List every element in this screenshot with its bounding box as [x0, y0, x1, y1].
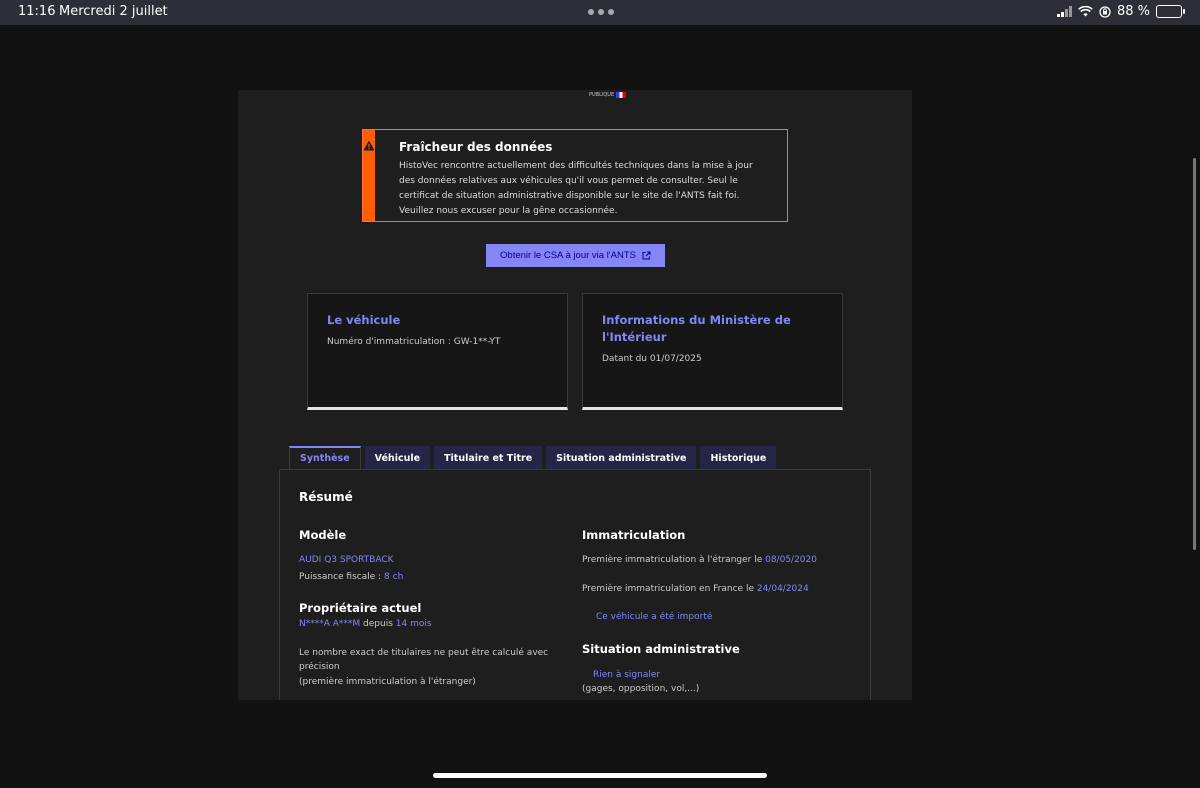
- get-csa-button[interactable]: Obtenir le CSA à jour via l'ANTS: [486, 244, 665, 267]
- vehicle-card-title: Le véhicule: [327, 313, 401, 327]
- battery-icon: [1156, 5, 1185, 18]
- tab-historique[interactable]: Historique: [700, 446, 777, 469]
- ministry-date: Datant du 01/07/2025: [602, 354, 702, 364]
- first-registration-abroad: Première immatriculation à l'étranger le…: [582, 553, 817, 567]
- cellular-signal-icon: [1056, 6, 1072, 17]
- summary-panel: Résumé Modèle AUDI Q3 SPORTBACK Puissanc…: [279, 469, 871, 700]
- get-csa-label: Obtenir le CSA à jour via l'ANTS: [500, 250, 636, 261]
- external-link-icon: [642, 251, 651, 260]
- owner-note-detail: (première immatriculation à l'étranger): [299, 677, 476, 687]
- status-date: Mercredi 2 juillet: [59, 4, 168, 19]
- owner-since-label: depuis: [360, 619, 396, 629]
- french-flag-icon: [616, 92, 627, 98]
- orientation-lock-icon: [1099, 5, 1111, 18]
- abroad-label: Première immatriculation à l'étranger le: [582, 555, 766, 565]
- abroad-date: 08/05/2020: [765, 555, 817, 565]
- tab-titulaire[interactable]: Titulaire et Titre: [434, 446, 543, 469]
- multitasking-dots-icon[interactable]: [588, 9, 614, 15]
- summary-title: Résumé: [299, 490, 353, 504]
- fiscal-power-label: Puissance fiscale :: [299, 572, 385, 582]
- government-logo: PUBLIQUE: [589, 90, 633, 100]
- wifi-icon: [1078, 6, 1093, 17]
- fiscal-power: Puissance fiscale : 8 ch: [299, 570, 403, 584]
- admin-status: Rien à signaler: [593, 670, 661, 680]
- scrollbar[interactable]: [1193, 158, 1196, 550]
- imported-status: Ce véhicule a été importé: [596, 612, 713, 622]
- logo-text: PUBLIQUE: [589, 92, 615, 98]
- owner-since-value: 14 mois: [395, 619, 432, 629]
- data-freshness-alert: Fraîcheur des données HistoVec rencontre…: [362, 129, 788, 222]
- alert-text: HistoVec rencontre actuellement des diff…: [399, 161, 753, 216]
- status-time: 11:16: [18, 4, 56, 19]
- admin-detail: (gages, opposition, vol,...): [582, 684, 700, 694]
- france-label: Première immatriculation en France le: [582, 584, 757, 594]
- status-indicators: 88 %: [1056, 4, 1185, 19]
- battery-percent: 88 %: [1116, 4, 1150, 19]
- alert-body: Fraîcheur des données HistoVec rencontre…: [375, 130, 787, 221]
- first-registration-france: Première immatriculation en France le 24…: [582, 582, 809, 596]
- tab-situation[interactable]: Situation administrative: [546, 446, 697, 469]
- fiscal-power-value: 8 ch: [384, 572, 404, 582]
- plate-number: Numéro d'immatriculation : GW-1**-YT: [327, 337, 501, 347]
- owner-name: N****A A***M: [299, 619, 361, 629]
- france-date: 24/04/2024: [756, 584, 809, 594]
- model-name: AUDI Q3 SPORTBACK: [299, 555, 394, 565]
- tab-bar: Synthèse Véhicule Titulaire et Titre Sit…: [289, 446, 777, 469]
- admin-heading: Situation administrative: [582, 642, 740, 656]
- page-content: PUBLIQUE Fraîcheur des données HistoVec …: [238, 90, 912, 700]
- owner-note: Le nombre exact de titulaires ne peut êt…: [299, 648, 549, 672]
- vehicle-card[interactable]: Le véhicule Numéro d'immatriculation : G…: [307, 293, 568, 410]
- tab-synthese[interactable]: Synthèse: [289, 446, 361, 469]
- model-heading: Modèle: [299, 528, 347, 542]
- status-bar: 11:16 Mercredi 2 juillet 88 %: [0, 0, 1200, 25]
- ministry-card[interactable]: Informations du Ministère de l'Intérieur…: [582, 293, 843, 410]
- owner-info: N****A A***M depuis 14 mois: [299, 617, 432, 631]
- owner-heading: Propriétaire actuel: [299, 601, 422, 615]
- alert-side-bar: [363, 130, 375, 221]
- alert-title: Fraîcheur des données: [399, 140, 553, 154]
- registration-heading: Immatriculation: [582, 528, 686, 542]
- warning-icon: [363, 140, 375, 151]
- tab-vehicule[interactable]: Véhicule: [364, 446, 431, 469]
- home-indicator[interactable]: [433, 773, 767, 778]
- ministry-card-title: Informations du Ministère de l'Intérieur: [602, 313, 791, 344]
